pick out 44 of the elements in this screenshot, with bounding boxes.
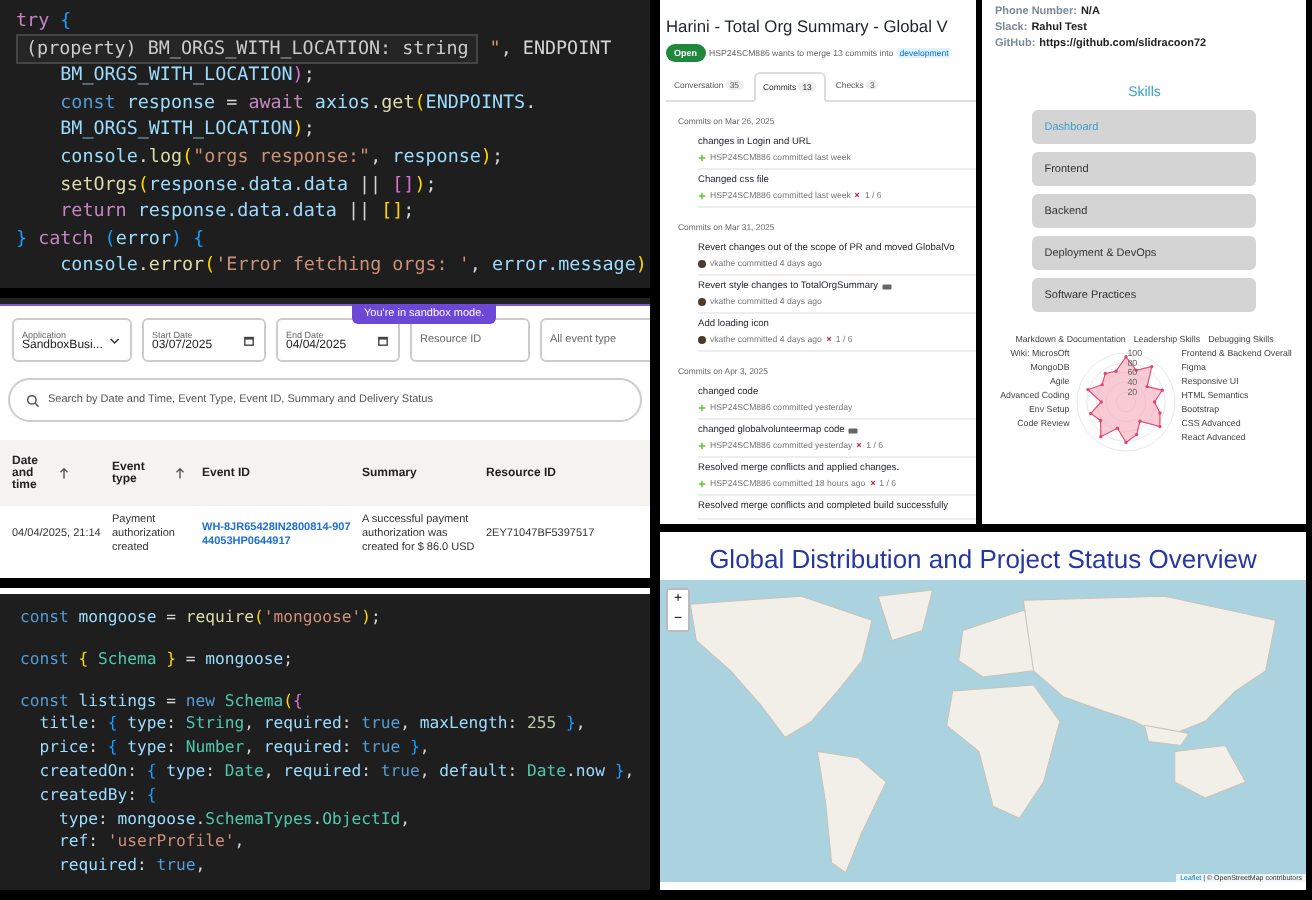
code-line: console.error('Error fetching orgs: ', error.message) (58, 252, 649, 280)
avatar-circle (698, 297, 706, 305)
calendar-icon (242, 333, 256, 347)
code-line: createdBy: { (37, 783, 159, 808)
code-line: type: mongoose.SchemaTypes.ObjectId, (56, 807, 412, 831)
code-line: const { Schema } = mongoose; (20, 645, 295, 672)
sort-arrow-icon[interactable] (174, 466, 186, 480)
failed-x-icon (854, 192, 861, 198)
chevron-down-icon (108, 333, 122, 347)
code-line: BM_ORGS_WITH_LOCATION); (58, 116, 317, 144)
code-line: return response.data.data || []; (58, 198, 417, 226)
identicon-avatar (698, 191, 706, 199)
identicon-avatar (698, 403, 706, 411)
code-line: BM_ORGS_WITH_LOCATION); (58, 62, 317, 90)
code-line: required: true, (56, 854, 208, 878)
comment-icon (882, 284, 893, 290)
code-line: const listings = new Schema({ (20, 687, 305, 713)
hover-tooltip: (property) BM_ORGS_WITH_LOCATION: string (16, 33, 479, 64)
code-line: console.log("orgs response:", response); (58, 143, 506, 172)
avatar-circle (698, 335, 706, 343)
pull-request-title: Harini - Total Org Summary - Global V (666, 16, 950, 36)
failed-x-icon (856, 442, 863, 448)
failed-x-icon (825, 336, 832, 342)
code-line: } catch (error) { (16, 225, 207, 253)
calendar-icon (376, 333, 390, 347)
comment-icon (848, 428, 859, 434)
failed-x-icon (869, 480, 876, 486)
avatar-circle (698, 259, 706, 267)
radar-chart-drawing (1076, 352, 1175, 452)
identicon-avatar (698, 479, 706, 487)
code-line: try { (16, 8, 74, 36)
identicon-avatar (698, 153, 706, 161)
code-line: ref: 'userProfile', (56, 830, 247, 855)
code-line: title: { type: String, required: true, maxLength: 255 }, (37, 712, 588, 737)
sort-arrow-icon[interactable] (58, 466, 70, 480)
identicon-avatar (698, 441, 706, 449)
code-line: const mongoose = require('mongoose'); (20, 606, 383, 630)
search-icon (26, 393, 40, 407)
code-line: createdOn: { type: Date, required: true, default: Date.now }, (37, 759, 637, 784)
code-line: (property) BM_ORGS_WITH_LOCATION: string ", ENDPOINT (16, 35, 650, 63)
code-line: const response = await axios.get(ENDPOINTS. (58, 89, 539, 117)
code-line: price: { type: Number, required: true }, (37, 736, 432, 760)
map-title: Global Distribution and Project Status Overview (707, 542, 1259, 578)
code-line: setOrgs(response.data.data || []); (58, 171, 439, 199)
